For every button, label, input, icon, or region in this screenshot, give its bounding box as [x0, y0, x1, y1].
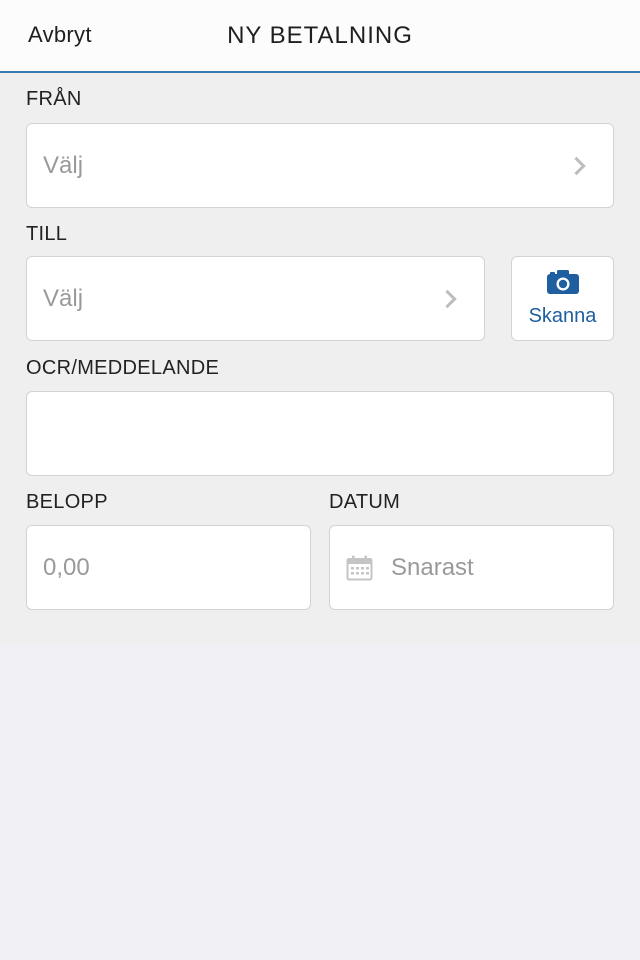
payment-screen: Avbryt NY BETALNING FRÅN Välj TILL Välj …	[0, 0, 640, 960]
scan-label: Skanna	[528, 305, 597, 327]
to-recipient-selector[interactable]: Välj	[26, 256, 485, 341]
page-title: NY BETALNING	[227, 22, 413, 49]
ocr-label: OCR/MEDDELANDE	[26, 357, 220, 379]
ocr-message-input[interactable]	[26, 391, 614, 476]
amount-label: BELOPP	[26, 491, 108, 513]
to-label: TILL	[26, 223, 68, 245]
payment-form: FRÅN Välj TILL Välj Skanna OCR/MEDDELAND…	[0, 73, 640, 645]
date-placeholder: Snarast	[391, 553, 474, 581]
chevron-right-icon	[567, 156, 586, 175]
from-placeholder: Välj	[43, 151, 84, 179]
camera-icon	[547, 270, 579, 294]
amount-input[interactable]: 0,00	[26, 525, 311, 610]
chevron-right-icon	[438, 289, 457, 308]
to-placeholder: Välj	[43, 284, 84, 312]
scan-button[interactable]: Skanna	[511, 256, 614, 341]
calendar-icon	[346, 555, 373, 580]
from-account-selector[interactable]: Välj	[26, 123, 614, 208]
amount-placeholder: 0,00	[43, 553, 90, 581]
date-picker[interactable]: Snarast	[329, 525, 614, 610]
from-label: FRÅN	[26, 88, 82, 110]
navigation-bar: Avbryt NY BETALNING	[0, 0, 640, 73]
date-label: DATUM	[329, 491, 401, 513]
